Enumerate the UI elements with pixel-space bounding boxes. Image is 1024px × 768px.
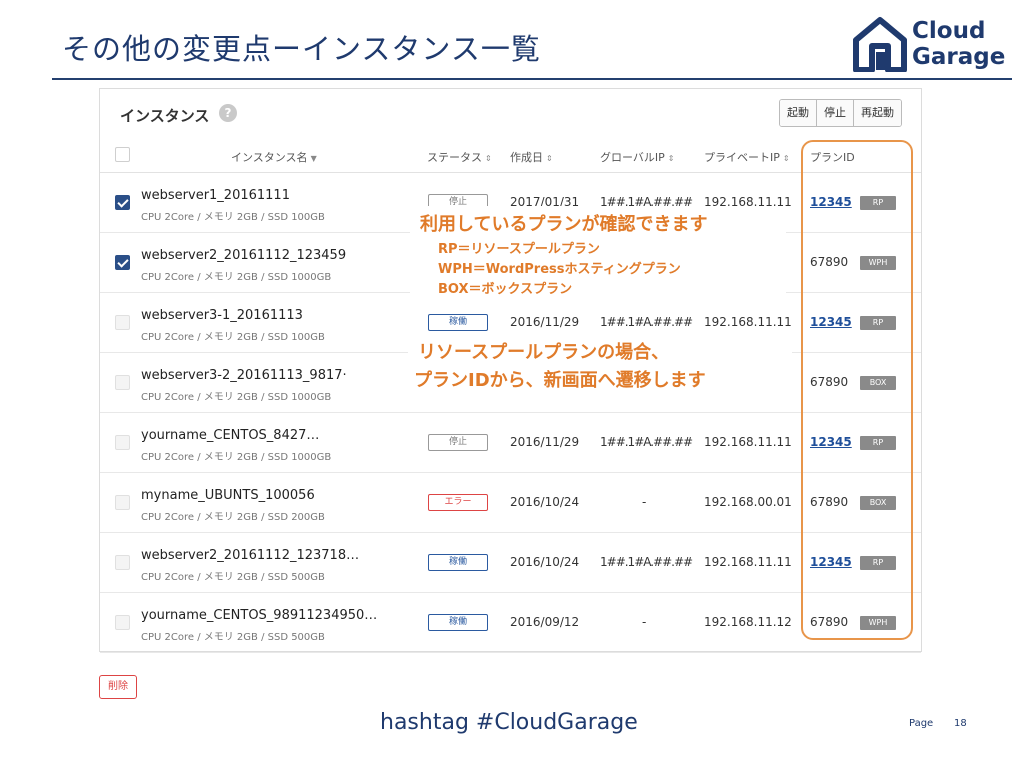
column-header-status-label: ステータス: [427, 151, 482, 164]
column-header-created[interactable]: 作成日 ⇕: [510, 149, 553, 165]
global-ip: -: [642, 615, 647, 629]
instance-spec: CPU 2Core / メモリ 2GB / SSD 1000GB: [141, 272, 332, 283]
global-ip: 1##.1#A.##.##: [600, 435, 693, 449]
instance-name[interactable]: webserver3-2_20161113_9817·: [141, 368, 347, 383]
restart-button[interactable]: 再起動: [854, 100, 901, 126]
select-all-checkbox[interactable]: [115, 147, 130, 162]
panel-header: インスタンス ? 起動 停止 再起動: [100, 89, 921, 137]
status-badge: 停止: [428, 434, 488, 451]
slide-title: その他の変更点ーインスタンス一覧: [62, 32, 541, 66]
instance-spec: CPU 2Core / メモリ 2GB / SSD 100GB: [141, 332, 325, 343]
resource-pool-callout-line1: リソースプールプランの場合、: [418, 342, 670, 363]
resource-pool-callout-line2: プランIDから、新画面へ遷移します: [414, 370, 706, 391]
resource-pool-callout: リソースプールプランの場合、 プランIDから、新画面へ遷移します: [408, 334, 792, 394]
table-header: インスタンス名 ▼ ステータス ⇕ 作成日 ⇕ グローバルIP ⇕ プライベートIP ⇕ …: [100, 137, 921, 173]
instance-name[interactable]: yourname_CENTOS_98911234950…: [141, 608, 377, 623]
column-header-name[interactable]: インスタンス名 ▼: [231, 149, 317, 165]
plan-check-callout-title: 利用しているプランが確認できます: [420, 214, 708, 235]
global-ip: -: [642, 495, 647, 509]
row-checkbox[interactable]: [115, 615, 130, 630]
global-ip: 1##.1#A.##.##: [600, 555, 693, 569]
column-header-created-label: 作成日: [510, 151, 543, 164]
column-header-global-ip[interactable]: グローバルIP ⇕: [600, 149, 674, 165]
cloudgarage-logo: Cloud Garage: [852, 14, 1012, 74]
instance-name[interactable]: yourname_CENTOS_8427…: [141, 428, 319, 443]
title-divider: [52, 78, 1012, 80]
delete-button[interactable]: 削除: [99, 675, 137, 699]
instance-spec: CPU 2Core / メモリ 2GB / SSD 100GB: [141, 212, 325, 223]
status-badge: 稼働: [428, 614, 488, 631]
created-date: 2016/10/24: [510, 495, 580, 509]
stop-button[interactable]: 停止: [817, 100, 854, 126]
plan-check-callout: 利用しているプランが確認できます RP＝リソースプールプラン WPH＝WordP…: [410, 206, 786, 298]
column-header-private-ip-label: プライベートIP: [704, 151, 780, 164]
instance-name[interactable]: myname_UBUNTS_100056: [141, 488, 315, 503]
created-date: 2016/10/24: [510, 555, 580, 569]
sort-desc-icon: ▼: [310, 154, 317, 163]
table-row[interactable]: myname_UBUNTS_100056 CPU 2Core / メモリ 2GB …: [100, 473, 921, 533]
help-icon[interactable]: ?: [219, 104, 237, 122]
instance-spec: CPU 2Core / メモリ 2GB / SSD 1000GB: [141, 452, 332, 463]
table-row[interactable]: yourname_CENTOS_98911234950… CPU 2Core / …: [100, 593, 921, 653]
start-button[interactable]: 起動: [780, 100, 817, 126]
page-number: 18: [954, 718, 967, 729]
row-checkbox[interactable]: [115, 435, 130, 450]
private-ip: 192.168.11.11: [704, 555, 792, 569]
logo-text-line2: Garage: [912, 44, 1006, 70]
page-label: Page: [909, 718, 934, 729]
footer-hashtag: hashtag #CloudGarage: [380, 710, 638, 735]
sort-icon: ⇕: [546, 154, 553, 163]
instance-spec: CPU 2Core / メモリ 2GB / SSD 500GB: [141, 572, 325, 583]
action-button-group: 起動 停止 再起動: [779, 99, 902, 127]
table-row[interactable]: yourname_CENTOS_8427… CPU 2Core / メモリ 2GB…: [100, 413, 921, 473]
instance-spec: CPU 2Core / メモリ 2GB / SSD 200GB: [141, 512, 325, 523]
sort-icon: ⇕: [485, 154, 492, 163]
plan-legend-rp: RP＝リソースプールプラン: [438, 242, 600, 257]
column-header-name-label: インスタンス名: [231, 151, 308, 164]
instance-spec: CPU 2Core / メモリ 2GB / SSD 500GB: [141, 632, 325, 643]
instance-name[interactable]: webserver2_20161112_123718…: [141, 548, 359, 563]
instance-name[interactable]: webserver2_20161112_123459: [141, 248, 346, 263]
sort-icon: ⇕: [667, 154, 675, 163]
instance-name[interactable]: webserver1_20161111: [141, 188, 290, 203]
sort-icon: ⇕: [782, 154, 790, 163]
column-header-private-ip[interactable]: プライベートIP ⇕: [704, 149, 790, 165]
private-ip: 192.168.11.11: [704, 435, 792, 449]
created-date: 2016/09/12: [510, 615, 580, 629]
row-checkbox[interactable]: [115, 255, 130, 270]
instance-spec: CPU 2Core / メモリ 2GB / SSD 1000GB: [141, 392, 332, 403]
status-badge: 稼働: [428, 554, 488, 571]
row-checkbox[interactable]: [115, 195, 130, 210]
private-ip: 192.168.11.11: [704, 315, 792, 329]
row-checkbox[interactable]: [115, 375, 130, 390]
column-header-status[interactable]: ステータス ⇕: [427, 149, 492, 165]
status-badge: エラー: [428, 494, 488, 511]
created-date: 2016/11/29: [510, 315, 580, 329]
global-ip: 1##.1#A.##.##: [600, 315, 693, 329]
created-date: 2016/11/29: [510, 435, 580, 449]
row-checkbox[interactable]: [115, 555, 130, 570]
instance-name[interactable]: webserver3-1_20161113: [141, 308, 303, 323]
plan-id-highlight: [801, 140, 913, 640]
column-header-global-ip-label: グローバルIP: [600, 151, 665, 164]
row-checkbox[interactable]: [115, 495, 130, 510]
logo-text-line1: Cloud: [912, 18, 986, 44]
plan-legend-box: BOX＝ボックスプラン: [438, 282, 573, 297]
house-logo-icon: [853, 17, 907, 72]
panel-title: インスタンス: [120, 107, 210, 125]
plan-legend-wph: WPH＝WordPressホスティングプラン: [438, 262, 681, 277]
private-ip: 192.168.00.01: [704, 495, 792, 509]
status-badge: 稼働: [428, 314, 488, 331]
private-ip: 192.168.11.12: [704, 615, 792, 629]
table-row[interactable]: webserver2_20161112_123718… CPU 2Core / メ…: [100, 533, 921, 593]
row-checkbox[interactable]: [115, 315, 130, 330]
